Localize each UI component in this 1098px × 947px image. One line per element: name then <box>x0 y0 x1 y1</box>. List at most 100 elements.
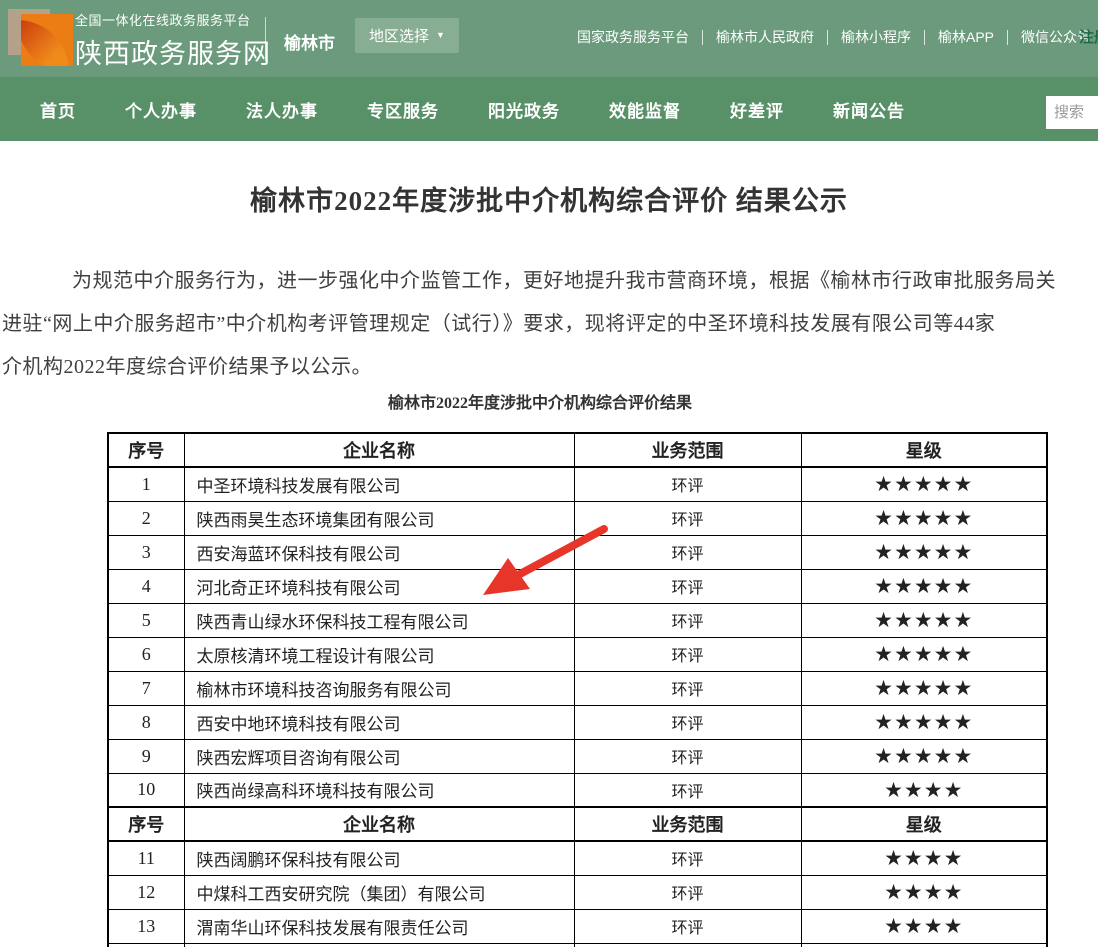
table-row: 1中圣环境科技发展有限公司环评★★★★★ <box>108 467 1047 501</box>
column-header: 序号 <box>108 433 184 467</box>
empty-cell <box>801 943 1047 947</box>
company-name-cell: 陕西雨昊生态环境集团有限公司 <box>184 501 574 535</box>
business-scope-cell: 环评 <box>574 569 801 603</box>
region-selector-label: 地区选择 <box>369 25 429 46</box>
table-row: 4河北奇正环境科技有限公司环评★★★★★ <box>108 569 1047 603</box>
star-rating-cell: ★★★★ <box>801 773 1047 807</box>
star-rating-cell: ★★★★★ <box>801 705 1047 739</box>
nav-item[interactable]: 新闻公告 <box>833 97 905 122</box>
company-name-cell: 太原核清环境工程设计有限公司 <box>184 637 574 671</box>
business-scope-cell: 环评 <box>574 705 801 739</box>
chevron-down-icon: ▼ <box>436 31 445 40</box>
nav-items: 首页 个人办事 法人办事 专区服务 阳光政务 效能监督 好差评 新闻公告 <box>40 77 905 141</box>
column-header: 业务范围 <box>574 807 801 841</box>
table-row: 6太原核清环境工程设计有限公司环评★★★★★ <box>108 637 1047 671</box>
business-scope-cell: 环评 <box>574 773 801 807</box>
company-name-cell: 陕西青山绿水环保科技工程有限公司 <box>184 603 574 637</box>
evaluation-table-body: 序号企业名称业务范围星级1中圣环境科技发展有限公司环评★★★★★2陕西雨昊生态环… <box>108 433 1047 947</box>
top-link[interactable]: 榆林小程序 <box>841 27 911 47</box>
row-number-cell: 5 <box>108 603 184 637</box>
page: 全国一体化在线政务服务平台 陕西政务服务网 榆林市 地区选择 ▼ 国家政务服务平… <box>0 0 1098 947</box>
empty-cell <box>184 943 574 947</box>
logo-front-square <box>21 14 73 66</box>
star-rating-cell: ★★★★★ <box>801 603 1047 637</box>
company-name-cell: 中煤科工西安研究院（集团）有限公司 <box>184 875 574 909</box>
star-rating-cell: ★★★★★ <box>801 467 1047 501</box>
nav-item[interactable]: 个人办事 <box>125 97 197 122</box>
table-row: 13渭南华山环保科技发展有限责任公司环评★★★★ <box>108 909 1047 943</box>
top-link[interactable]: 国家政务服务平台 <box>577 27 689 47</box>
star-rating-cell: ★★★★ <box>801 841 1047 875</box>
top-link[interactable]: 榆林APP <box>938 27 994 47</box>
current-city-label: 榆林市 <box>284 29 335 54</box>
company-name-cell: 陕西尚绿高科环境科技有限公司 <box>184 773 574 807</box>
company-name-cell: 陕西阔鹏环保科技有限公司 <box>184 841 574 875</box>
business-scope-cell: 环评 <box>574 671 801 705</box>
paragraph-line: 进驻“网上中介服务超市”中介机构考评管理规定（试行）》要求，现将评定的中圣环境科… <box>2 307 995 336</box>
row-number-cell: 7 <box>108 671 184 705</box>
row-number-cell: 10 <box>108 773 184 807</box>
region-selector-button[interactable]: 地区选择 ▼ <box>355 18 459 53</box>
table-row: 7榆林市环境科技咨询服务有限公司环评★★★★★ <box>108 671 1047 705</box>
star-rating-cell: ★★★★★ <box>801 535 1047 569</box>
star-rating-cell: ★★★★★ <box>801 671 1047 705</box>
page-title: 榆林市2022年度涉批中介机构综合评价 结果公示 <box>0 179 1098 218</box>
table-row: 8西安中地环境科技有限公司环评★★★★★ <box>108 705 1047 739</box>
column-header: 星级 <box>801 433 1047 467</box>
top-link-separator <box>827 30 828 45</box>
paragraph-line: 为规范中介服务行为，进一步强化中介监管工作，更好地提升我市营商环境，根据《榆林市… <box>32 264 1056 293</box>
nav-item[interactable]: 首页 <box>40 97 76 122</box>
row-number-cell: 3 <box>108 535 184 569</box>
table-row: 9陕西宏辉项目咨询有限公司环评★★★★★ <box>108 739 1047 773</box>
table-row: 5陕西青山绿水环保科技工程有限公司环评★★★★★ <box>108 603 1047 637</box>
row-number-cell: 11 <box>108 841 184 875</box>
row-number-cell: 4 <box>108 569 184 603</box>
top-link-separator <box>1007 30 1008 45</box>
nav-item[interactable]: 效能监督 <box>609 97 681 122</box>
column-header: 企业名称 <box>184 433 574 467</box>
star-rating-cell: ★★★★★ <box>801 501 1047 535</box>
site-name: 陕西政务服务网 <box>75 32 271 71</box>
company-name-cell: 河北奇正环境科技有限公司 <box>184 569 574 603</box>
table-row-clipped <box>108 943 1047 947</box>
paragraph-line: 介机构2022年度综合评价结果予以公示。 <box>2 350 372 379</box>
row-number-cell: 9 <box>108 739 184 773</box>
table-row: 2陕西雨昊生态环境集团有限公司环评★★★★★ <box>108 501 1047 535</box>
register-link[interactable]: 注册 <box>1079 26 1098 47</box>
top-link[interactable]: 榆林市人民政府 <box>716 27 814 47</box>
company-name-cell: 榆林市环境科技咨询服务有限公司 <box>184 671 574 705</box>
table-row: 10陕西尚绿高科环境科技有限公司环评★★★★ <box>108 773 1047 807</box>
company-name-cell: 西安中地环境科技有限公司 <box>184 705 574 739</box>
star-rating-cell: ★★★★★ <box>801 637 1047 671</box>
site-logo[interactable] <box>8 6 74 72</box>
table-row: 11陕西阔鹏环保科技有限公司环评★★★★ <box>108 841 1047 875</box>
table-row: 3西安海蓝环保科技有限公司环评★★★★★ <box>108 535 1047 569</box>
nav-item[interactable]: 阳光政务 <box>488 97 560 122</box>
row-number-cell: 13 <box>108 909 184 943</box>
nav-item[interactable]: 好差评 <box>730 97 784 122</box>
empty-cell <box>108 943 184 947</box>
business-scope-cell: 环评 <box>574 875 801 909</box>
main-nav: 首页 个人办事 法人办事 专区服务 阳光政务 效能监督 好差评 新闻公告 <box>0 77 1098 141</box>
star-rating-cell: ★★★★★ <box>801 569 1047 603</box>
business-scope-cell: 环评 <box>574 467 801 501</box>
business-scope-cell: 环评 <box>574 603 801 637</box>
business-scope-cell: 环评 <box>574 841 801 875</box>
top-links: 国家政务服务平台榆林市人民政府榆林小程序榆林APP微信公众号 <box>577 27 1091 47</box>
top-link-separator <box>702 30 703 45</box>
platform-subtitle: 全国一体化在线政务服务平台 <box>75 10 271 29</box>
table-header-row: 序号企业名称业务范围星级 <box>108 433 1047 467</box>
company-name-cell: 中圣环境科技发展有限公司 <box>184 467 574 501</box>
search-input[interactable] <box>1046 96 1098 129</box>
company-name-cell: 陕西宏辉项目咨询有限公司 <box>184 739 574 773</box>
nav-item[interactable]: 专区服务 <box>367 97 439 122</box>
evaluation-table: 序号企业名称业务范围星级1中圣环境科技发展有限公司环评★★★★★2陕西雨昊生态环… <box>107 432 1048 947</box>
nav-item[interactable]: 法人办事 <box>246 97 318 122</box>
top-link-separator <box>924 30 925 45</box>
header-divider <box>265 17 266 61</box>
star-rating-cell: ★★★★ <box>801 909 1047 943</box>
column-header: 星级 <box>801 807 1047 841</box>
table-row: 12中煤科工西安研究院（集团）有限公司环评★★★★ <box>108 875 1047 909</box>
business-scope-cell: 环评 <box>574 535 801 569</box>
empty-cell <box>574 943 801 947</box>
